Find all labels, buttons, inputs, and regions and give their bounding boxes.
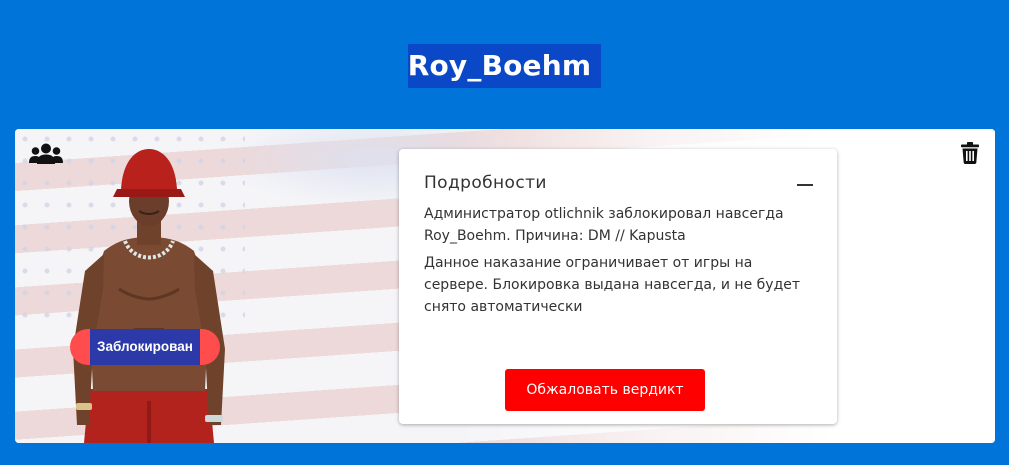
details-panel: Подробности Администратор otlichnik забл… [399, 149, 837, 424]
trash-icon[interactable] [961, 142, 979, 164]
page-title: Roy_Boehm [407, 44, 602, 88]
player-skin-image [73, 149, 225, 443]
minus-icon[interactable] [797, 184, 813, 186]
details-title: Подробности [424, 173, 547, 193]
appeal-button[interactable]: Обжаловать вердикт [505, 369, 705, 411]
page-header: Roy_Boehm [0, 44, 1009, 88]
status-badge-label: Заблокирован [90, 329, 200, 365]
player-card: Заблокирован Подробности Администратор o… [15, 129, 995, 443]
ban-reason-text: Администратор otlichnik заблокировал нав… [424, 206, 784, 244]
ban-description-text: Данное наказание ограничивает от игры на… [424, 255, 801, 315]
users-group-icon[interactable] [29, 143, 63, 165]
